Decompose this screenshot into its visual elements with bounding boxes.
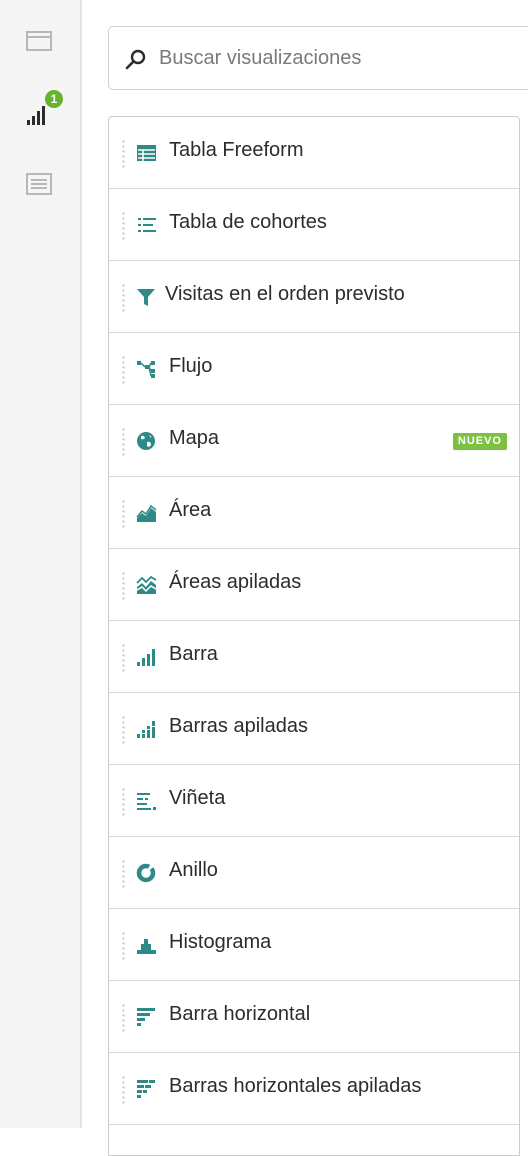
- drag-handle-icon[interactable]: [122, 1003, 125, 1033]
- drag-handle-icon[interactable]: [122, 1075, 125, 1105]
- search-box: [108, 26, 528, 90]
- panel-icon[interactable]: [26, 30, 54, 54]
- item-label: Viñeta: [169, 787, 226, 809]
- item-label: Flujo: [169, 355, 213, 377]
- list-item[interactable]: Visitas en el orden previsto: [109, 261, 519, 333]
- list-item[interactable]: Barras horizontales apiladas: [109, 1053, 519, 1125]
- left-rail: 1: [0, 0, 82, 1128]
- histogram-icon: [136, 935, 158, 955]
- stacked-horizontal-bar-icon: [136, 1079, 158, 1099]
- flow-icon: [136, 359, 158, 379]
- drag-handle-icon[interactable]: [122, 715, 125, 745]
- item-label: Barra horizontal: [169, 1003, 311, 1025]
- drag-handle-icon[interactable]: [122, 571, 125, 601]
- list-item[interactable]: Área: [109, 477, 519, 549]
- list-item[interactable]: Tabla Freeform: [109, 117, 519, 189]
- item-label: Barras apiladas: [169, 715, 308, 737]
- drag-handle-icon[interactable]: [122, 859, 125, 889]
- visualization-list: Tabla Freeform Tabla de cohortes Visitas…: [108, 116, 520, 1156]
- globe-icon: [136, 431, 158, 451]
- list-item[interactable]: Mapa NUEVO: [109, 405, 519, 477]
- item-label: Visitas en el orden previsto: [165, 283, 405, 305]
- list-item[interactable]: Barras apiladas: [109, 693, 519, 765]
- drag-handle-icon[interactable]: [122, 427, 125, 457]
- list-item[interactable]: Flujo: [109, 333, 519, 405]
- drag-handle-icon[interactable]: [122, 139, 125, 169]
- item-label: Tabla de cohortes: [169, 211, 327, 233]
- item-label: Barras horizontales apiladas: [169, 1075, 422, 1097]
- list-item[interactable]: Barra horizontal: [109, 981, 519, 1053]
- donut-icon: [136, 863, 158, 883]
- cohort-table-icon: [136, 215, 158, 235]
- stacked-bar-icon: [136, 719, 158, 739]
- visualizations-count-badge: 1: [44, 89, 64, 109]
- list-item[interactable]: Histograma: [109, 909, 519, 981]
- new-badge: NUEVO: [452, 433, 507, 450]
- item-label: Área: [169, 499, 212, 521]
- bar-chart-icon: [136, 647, 158, 667]
- table-icon: [136, 143, 158, 163]
- search-icon: [125, 49, 147, 76]
- item-label: Histograma: [169, 931, 272, 953]
- drag-handle-icon[interactable]: [122, 355, 125, 385]
- drag-handle-icon[interactable]: [122, 787, 125, 817]
- list-item[interactable]: Viñeta: [109, 765, 519, 837]
- components-icon[interactable]: [26, 172, 54, 198]
- item-label: Anillo: [169, 859, 218, 881]
- bullet-chart-icon: [136, 791, 158, 811]
- item-label: Barra: [169, 643, 218, 665]
- funnel-icon: [136, 287, 158, 307]
- list-item[interactable]: Anillo: [109, 837, 519, 909]
- item-label: Tabla Freeform: [169, 139, 304, 161]
- list-item[interactable]: Tabla de cohortes: [109, 189, 519, 261]
- item-label: Mapa: [169, 427, 220, 449]
- list-item[interactable]: Áreas apiladas: [109, 549, 519, 621]
- drag-handle-icon[interactable]: [122, 211, 125, 241]
- item-label: Áreas apiladas: [169, 571, 302, 593]
- drag-handle-icon[interactable]: [122, 499, 125, 529]
- stacked-area-icon: [136, 575, 158, 595]
- drag-handle-icon[interactable]: [122, 643, 125, 673]
- area-chart-icon: [136, 503, 158, 523]
- list-item[interactable]: Barra: [109, 621, 519, 693]
- horizontal-bar-icon: [136, 1007, 158, 1027]
- search-input[interactable]: [159, 43, 519, 73]
- drag-handle-icon[interactable]: [122, 931, 125, 961]
- drag-handle-icon[interactable]: [122, 283, 125, 313]
